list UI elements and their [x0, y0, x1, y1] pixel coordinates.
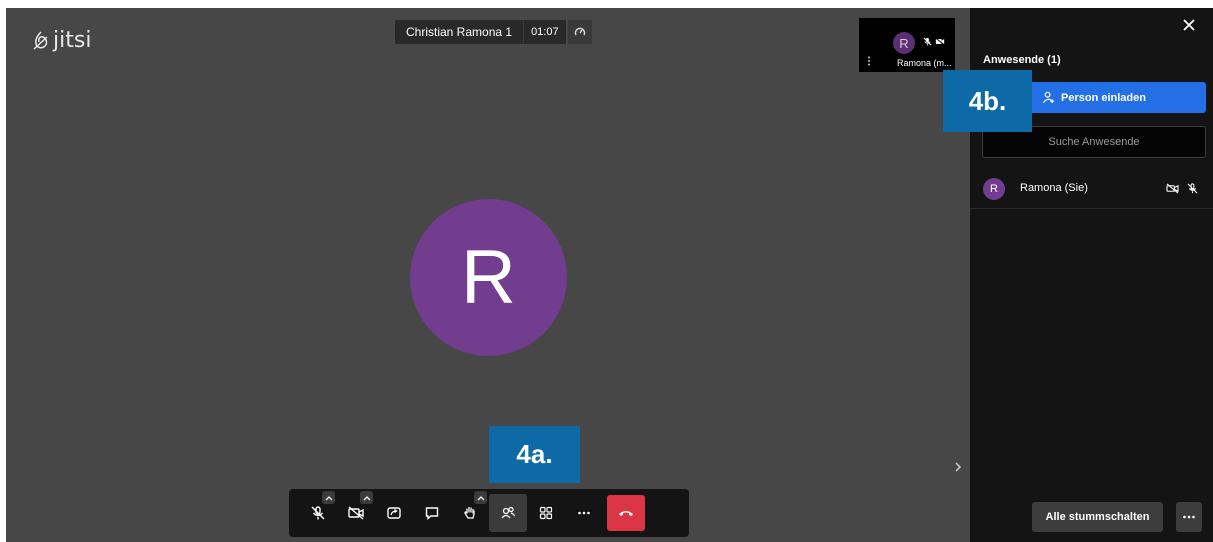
tile-view-button[interactable] [527, 494, 565, 532]
panel-title: Anwesende (1) [983, 54, 1061, 66]
video-off-icon [935, 37, 945, 46]
participant-avatar: R [983, 178, 1005, 200]
share-screen-button[interactable] [375, 494, 413, 532]
video-off-icon [348, 506, 364, 520]
mute-all-button[interactable]: Alle stummschalten [1032, 502, 1163, 532]
jitsi-logo[interactable]: jitsi [32, 28, 91, 53]
toggle-filmstrip-button[interactable] [954, 460, 962, 478]
more-icon [1183, 515, 1195, 519]
chevron-up-icon [325, 495, 332, 500]
add-person-icon [1042, 91, 1055, 104]
more-actions-button[interactable] [565, 494, 603, 532]
participant-row[interactable]: R Ramona (Sie) [970, 168, 1213, 209]
more-icon [578, 511, 590, 515]
participants-button[interactable] [489, 494, 527, 532]
local-video-thumbnail[interactable]: R ⋮ Ramona (m... [859, 18, 955, 72]
invite-person-label: Person einladen [1061, 91, 1146, 104]
camera-options-button[interactable] [360, 491, 373, 504]
step-label-4a: 4a. [489, 426, 580, 483]
chat-icon [425, 507, 439, 520]
reactions-options-button[interactable] [474, 491, 487, 504]
camera-button[interactable] [337, 491, 375, 532]
logo-text: jitsi [53, 28, 92, 53]
close-panel-button[interactable] [1182, 18, 1196, 37]
mic-muted-icon [311, 506, 325, 520]
main-toolbar [289, 489, 689, 537]
main-participant-avatar: R [410, 199, 567, 356]
jitsi-logo-icon [33, 30, 48, 50]
mic-muted-icon [1187, 183, 1198, 194]
video-off-icon [1166, 183, 1179, 194]
video-stage: jitsi Christian Ramona 1 01:07 R ⋮ Ramon… [6, 8, 970, 542]
hangup-button[interactable] [607, 495, 645, 531]
participant-status-icons [1166, 183, 1198, 194]
mic-muted-icon [923, 37, 932, 46]
connection-stats-button[interactable] [567, 20, 592, 44]
participants-icon [501, 506, 516, 519]
tile-view-icon [539, 506, 553, 520]
screen-share-icon [387, 507, 401, 519]
meeting-title: Christian Ramona 1 [395, 20, 524, 44]
thumbnail-name: Ramona (m... [897, 58, 952, 68]
panel-more-button[interactable] [1176, 502, 1202, 532]
raise-hand-button[interactable] [451, 491, 489, 532]
step-label-4b: 4b. [943, 70, 1032, 132]
chevron-up-icon [363, 495, 370, 500]
app-window: jitsi Christian Ramona 1 01:07 R ⋮ Ramon… [0, 0, 1213, 542]
thumbnail-menu-icon[interactable]: ⋮ [864, 57, 874, 67]
meeting-info-bar: Christian Ramona 1 01:07 [395, 20, 592, 44]
microphone-button[interactable] [299, 491, 337, 532]
chat-button[interactable] [413, 494, 451, 532]
participant-name: Ramona (Sie) [1020, 182, 1088, 194]
connection-stats-icon [574, 27, 585, 36]
meeting-timer: 01:07 [523, 20, 566, 44]
mic-options-button[interactable] [322, 491, 335, 504]
hangup-icon [619, 511, 633, 516]
hand-icon [464, 506, 475, 519]
chevron-up-icon [477, 495, 484, 500]
thumbnail-status-icons [923, 37, 945, 46]
thumbnail-avatar: R [893, 32, 915, 54]
chevron-right-icon [955, 462, 962, 472]
close-icon [1183, 19, 1195, 31]
